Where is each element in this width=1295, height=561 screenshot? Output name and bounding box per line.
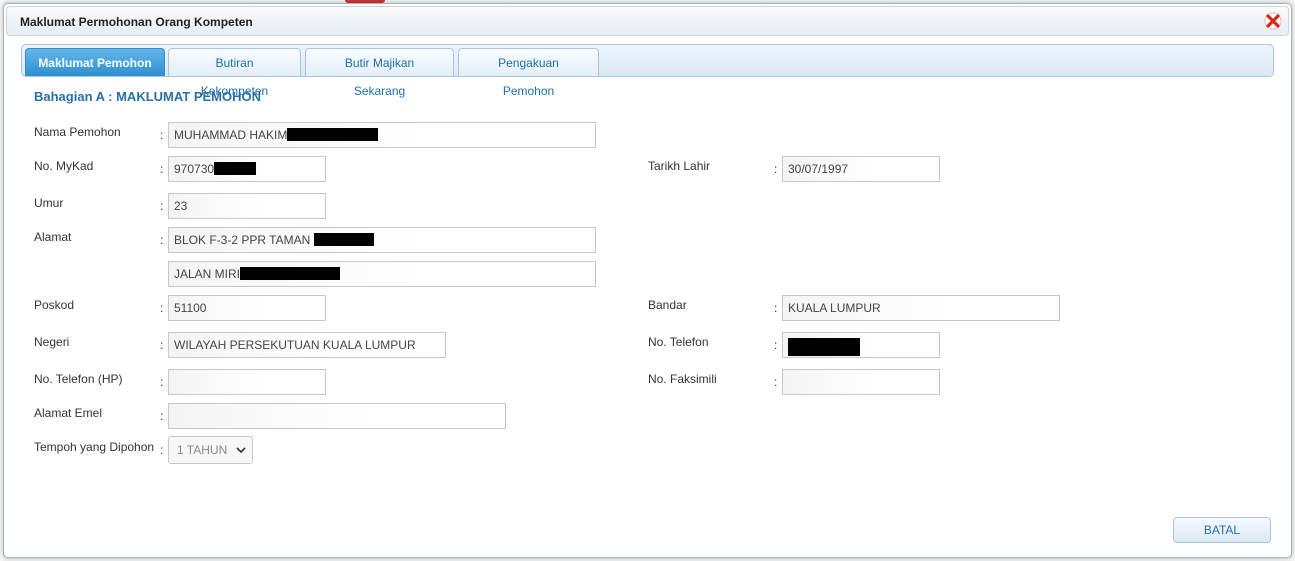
colon: :: [160, 409, 164, 423]
tab-maklumat-pemohon[interactable]: Maklumat Pemohon: [25, 48, 165, 76]
colon: :: [774, 301, 778, 315]
colon: :: [160, 162, 164, 176]
alamat-line2-value: JALAN MIRI: [174, 267, 241, 281]
colon: :: [160, 301, 164, 315]
tarikh-lahir-label: Tarikh Lahir: [648, 159, 711, 173]
tempoh-select[interactable]: 1 TAHUN: [168, 436, 253, 464]
nama-field[interactable]: MUHAMMAD HAKIM: [168, 122, 596, 148]
redaction-block: [313, 233, 374, 247]
colon: :: [774, 375, 778, 389]
section-title: Bahagian A : MAKLUMAT PEMOHON: [34, 89, 262, 104]
dialog-titlebar[interactable]: Maklumat Permohonan Orang Kompeten: [6, 6, 1289, 36]
telefon-label: No. Telefon: [648, 335, 709, 349]
negeri-field[interactable]: WILAYAH PERSEKUTUAN KUALA LUMPUR: [168, 332, 446, 358]
nama-value: MUHAMMAD HAKIM: [174, 128, 288, 142]
umur-label: Umur: [34, 196, 64, 210]
telefon-hp-label: No. Telefon (HP): [34, 372, 123, 386]
redaction-block: [788, 337, 860, 356]
mykad-label: No. MyKad: [34, 159, 94, 173]
tab-pengakuan-pemohon[interactable]: Pengakuan Pemohon: [458, 48, 599, 98]
telefon-hp-field[interactable]: [168, 369, 326, 395]
colon: :: [774, 338, 778, 352]
redaction-block: [240, 267, 341, 281]
colon: :: [774, 162, 778, 176]
colon: :: [160, 128, 164, 142]
alamat-label: Alamat: [34, 230, 72, 244]
close-icon[interactable]: [1264, 12, 1282, 30]
tempoh-selected-value: 1 TAHUN: [177, 443, 228, 457]
negeri-label: Negeri: [34, 335, 70, 349]
emel-field[interactable]: [168, 403, 506, 429]
emel-label: Alamat Emel: [34, 406, 103, 420]
tab-butiran-kekompeten[interactable]: Butiran Kekompeten: [168, 48, 301, 98]
colon: :: [160, 443, 164, 457]
redaction-block: [287, 128, 379, 142]
nama-label: Nama Pemohon: [34, 125, 121, 139]
tempoh-label: Tempoh yang Dipohon: [34, 440, 155, 454]
colon: :: [160, 375, 164, 389]
mykad-field[interactable]: 970730: [168, 156, 326, 182]
mykad-value: 970730: [174, 162, 215, 176]
batal-button[interactable]: BATAL: [1173, 517, 1271, 543]
bandar-field[interactable]: KUALA LUMPUR: [782, 295, 1060, 321]
colon: :: [160, 338, 164, 352]
redaction-block: [214, 162, 257, 176]
colon: :: [160, 233, 164, 247]
alamat-line1-value: BLOK F-3-2 PPR TAMAN: [174, 233, 311, 247]
tarikh-lahir-field[interactable]: 30/07/1997: [782, 156, 940, 182]
umur-field[interactable]: 23: [168, 193, 326, 219]
dialog-title: Maklumat Permohonan Orang Kompeten: [20, 15, 253, 29]
applicant-info-dialog: Maklumat Permohonan Orang Kompeten Maklu…: [3, 3, 1292, 558]
bandar-label: Bandar: [648, 298, 687, 312]
poskod-field[interactable]: 51100: [168, 295, 326, 321]
tab-butir-majikan-sekarang[interactable]: Butir Majikan Sekarang: [305, 48, 454, 98]
alamat-line2-field[interactable]: JALAN MIRI: [168, 261, 596, 287]
faksimili-field[interactable]: [782, 369, 940, 395]
poskod-label: Poskod: [34, 298, 75, 312]
telefon-field[interactable]: [782, 332, 940, 358]
tab-bar: Maklumat Pemohon Butiran Kekompeten Buti…: [21, 44, 1274, 98]
colon: :: [160, 199, 164, 213]
alamat-line1-field[interactable]: BLOK F-3-2 PPR TAMAN: [168, 227, 596, 253]
chevron-down-icon: [236, 437, 246, 474]
faksimili-label: No. Faksimili: [648, 372, 717, 386]
